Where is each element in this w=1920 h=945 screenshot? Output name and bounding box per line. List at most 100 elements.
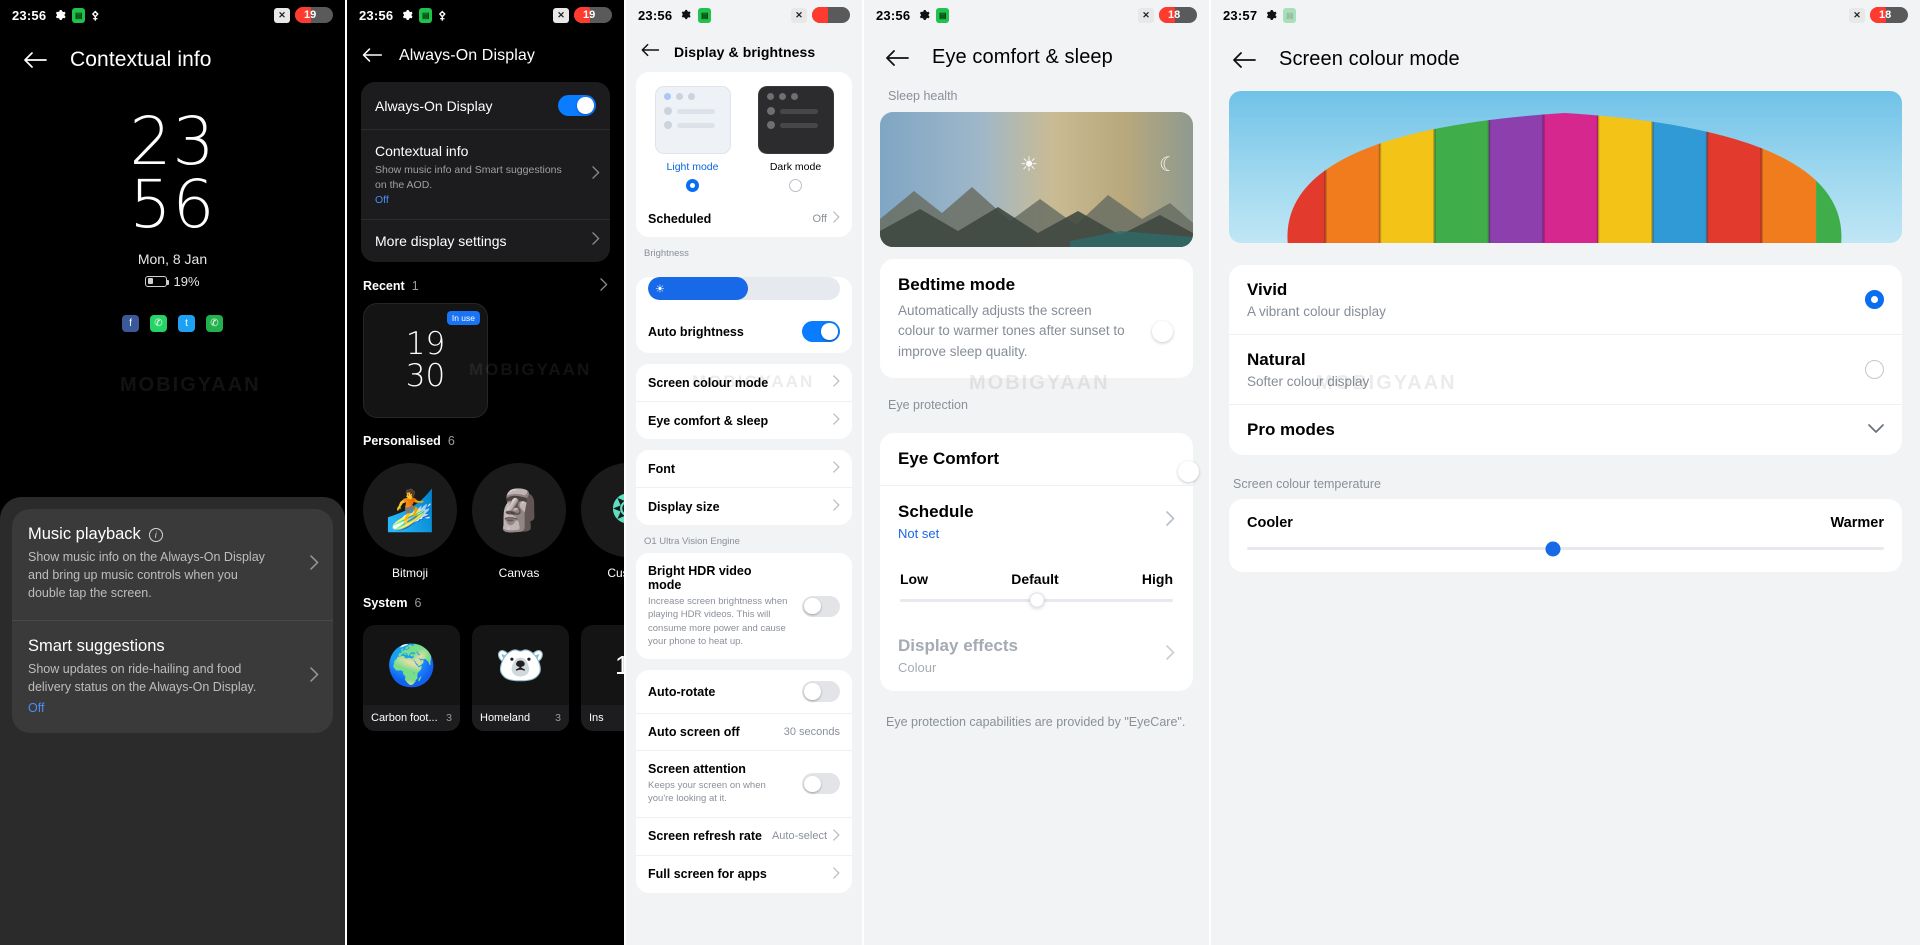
x-icon: ✕ [791, 7, 807, 23]
colour-links-card: Screen colour mode Eye comfort & sleep [636, 364, 852, 439]
chevron-right-icon[interactable] [600, 278, 608, 294]
item-label: Ins [589, 712, 604, 725]
row-desc: Softer colour display [1247, 374, 1370, 389]
back-arrow-icon[interactable] [361, 46, 383, 66]
custom-pattern-icon: ❂ [581, 463, 624, 558]
page-title: Screen colour mode [1279, 48, 1460, 70]
screen-attention-toggle[interactable] [802, 773, 840, 795]
row-auto-screen-off[interactable]: Auto screen off 30 seconds [636, 713, 852, 750]
list-item[interactable]: ❂ Custom [581, 463, 624, 580]
display-options-card: Auto-rotate Auto screen off 30 seconds S… [636, 670, 852, 893]
dark-mode-radio[interactable] [789, 179, 802, 192]
list-item[interactable]: 19 Ins [581, 625, 624, 732]
status-battery [812, 7, 850, 23]
row-music-playback[interactable]: Music playback i Show music info on the … [12, 509, 333, 620]
row-display-size[interactable]: Display size [636, 487, 852, 525]
row-title: More display settings [375, 233, 507, 250]
row-bright-hdr[interactable]: Bright HDR video mode Increase screen br… [636, 553, 852, 659]
row-desc: Keeps your screen on when you're looking… [648, 780, 766, 805]
row-font[interactable]: Font [636, 450, 852, 487]
row-bedtime-mode[interactable]: Bedtime mode Automatically adjusts the s… [880, 259, 1193, 378]
row-schedule[interactable]: Schedule Not set [880, 484, 1193, 557]
auto-brightness-toggle[interactable] [802, 321, 840, 342]
level-high-label: High [1141, 570, 1173, 587]
aod-settings-card: Always-On Display Contextual info Show m… [361, 82, 610, 263]
level-low-label: Low [900, 570, 928, 587]
row-screen-colour-mode[interactable]: Screen colour mode [636, 364, 852, 401]
row-smart-suggestions[interactable]: Smart suggestions Show updates on ride-h… [12, 620, 333, 733]
natural-radio[interactable] [1865, 360, 1884, 379]
eye-comfort-level-slider-group: Low Default High [880, 557, 1193, 608]
back-arrow-icon[interactable] [1231, 50, 1257, 70]
list-item[interactable]: 🌍 Carbon foot... 3 [363, 625, 460, 732]
row-label: Auto brightness [648, 324, 744, 339]
dark-mode-preview [757, 86, 834, 154]
back-arrow-icon[interactable] [22, 50, 48, 70]
battery-icon [145, 275, 170, 287]
chevron-right-icon [592, 232, 600, 250]
section-count: 6 [447, 434, 455, 449]
colour-temperature-slider[interactable] [1247, 541, 1884, 556]
light-mode-radio[interactable] [686, 179, 699, 192]
chevron-right-icon [310, 667, 319, 687]
row-label: Screen colour mode [648, 375, 769, 390]
mode-option-light[interactable]: Light mode [644, 86, 741, 192]
row-label: Full screen for apps [648, 867, 767, 882]
page-title: Contextual info [70, 48, 212, 71]
back-arrow-icon[interactable] [884, 48, 910, 68]
polar-bear-icon: 🐻‍❄️ [495, 643, 546, 688]
panel-display-brightness: 23:56 ▤ ✕ Display & brightness Light mod… [626, 0, 862, 945]
clock-icon: 19 [615, 649, 624, 680]
row-auto-brightness[interactable]: Auto brightness [636, 310, 852, 353]
colour-mode-card: Vivid A vibrant colour display Natural S… [1229, 265, 1902, 455]
section-label: System [363, 596, 408, 611]
row-eye-comfort[interactable]: Eye Comfort [880, 433, 1199, 485]
row-always-on-display[interactable]: Always-On Display [361, 82, 610, 129]
x-icon: ✕ [1849, 7, 1865, 23]
chevron-right-icon [592, 165, 600, 184]
warmer-label: Warmer [1830, 515, 1884, 531]
chevron-down-icon[interactable] [1868, 421, 1884, 439]
row-value: Not set [898, 525, 940, 541]
status-clock: 23:56 [12, 7, 47, 23]
row-scheduled[interactable]: Scheduled Off [636, 200, 852, 237]
eye-protection-footer: Eye protection capabilities are provided… [886, 714, 1186, 729]
list-item[interactable]: 🗿 Canvas [472, 463, 566, 580]
gear-icon [680, 9, 692, 21]
info-icon[interactable]: i [148, 527, 163, 542]
watermark: MOBIGYAAN [120, 374, 261, 396]
vivid-radio[interactable] [1865, 290, 1884, 309]
colour-preview-image [1229, 91, 1902, 243]
row-auto-rotate[interactable]: Auto-rotate [636, 670, 852, 713]
row-display-effects[interactable]: Display effects Colour [880, 620, 1193, 691]
eye-comfort-level-slider[interactable] [900, 592, 1173, 608]
always-on-display-toggle[interactable] [558, 95, 596, 116]
list-item[interactable]: 🐻‍❄️ Homeland 3 [472, 625, 569, 732]
item-label: Bitmoji [391, 566, 428, 581]
brightness-group-label: Brightness [644, 248, 689, 259]
section-recent: Recent 1 [347, 262, 624, 303]
row-label: Eye comfort & sleep [648, 413, 769, 428]
row-vivid[interactable]: Vivid A vibrant colour display [1229, 265, 1902, 334]
brightness-card: ☀ Auto brightness [636, 277, 852, 353]
list-item[interactable]: 🏄 Bitmoji [363, 463, 457, 580]
mode-option-dark[interactable]: Dark mode [747, 86, 844, 192]
brightness-slider[interactable]: ☀ [648, 277, 840, 300]
bright-hdr-toggle[interactable] [802, 595, 840, 617]
auto-rotate-toggle[interactable] [802, 681, 840, 703]
row-screen-refresh-rate[interactable]: Screen refresh rate Auto-select [636, 816, 852, 855]
row-natural[interactable]: Natural Softer colour display [1229, 334, 1902, 404]
recent-aod-tile[interactable]: In use 19 30 [363, 303, 488, 419]
status-clock: 23:56 [876, 7, 911, 23]
status-bar-4: 23:56 ▤ ✕ 18 [864, 0, 1209, 30]
bitmoji-icon: 🏄 [363, 463, 457, 558]
row-pro-modes[interactable]: Pro modes [1229, 404, 1902, 455]
row-screen-attention[interactable]: Screen attention Keeps your screen on wh… [636, 750, 852, 817]
row-desc: Show music info and Smart suggestions on… [375, 164, 562, 191]
row-eye-comfort-sleep[interactable]: Eye comfort & sleep [636, 401, 852, 439]
row-full-screen-apps[interactable]: Full screen for apps [636, 854, 852, 893]
item-label: Homeland [480, 712, 531, 725]
row-contextual-info[interactable]: Contextual info Show music info and Smar… [361, 129, 610, 219]
row-more-display-settings[interactable]: More display settings [361, 219, 610, 262]
back-arrow-icon[interactable] [640, 42, 660, 62]
